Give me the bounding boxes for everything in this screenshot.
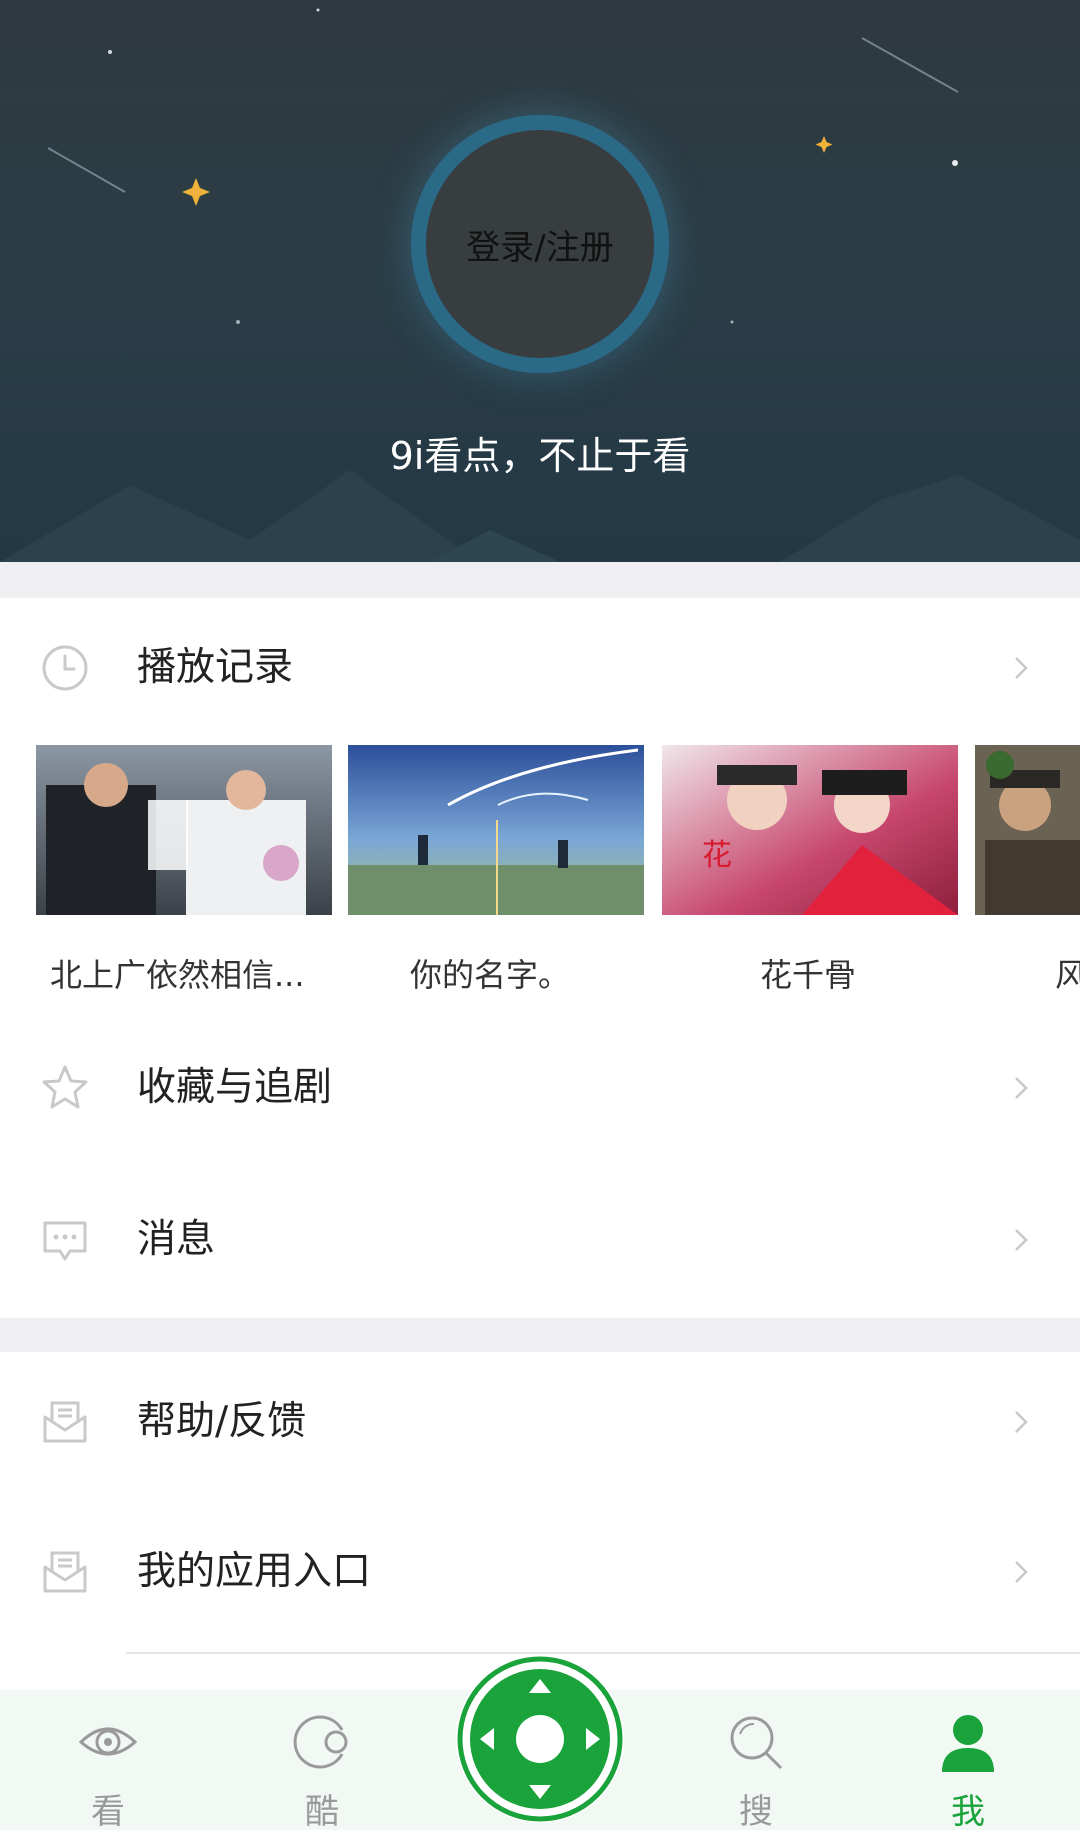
- search-icon: [730, 1716, 783, 1770]
- chevron-right-icon: [1015, 1229, 1028, 1251]
- history-list: 北上广依然相信... 你的名字。 花 花千骨 风: [0, 745, 1080, 1015]
- history-item-thumbnail[interactable]: 花: [662, 745, 958, 915]
- messages-label: 消息: [137, 1217, 216, 1262]
- help-feedback-label: 帮助/反馈: [137, 1399, 307, 1444]
- tab-label: 看: [91, 1792, 125, 1832]
- poster-image: 花: [662, 745, 958, 915]
- section-gap: [0, 1318, 1080, 1352]
- favorites-row[interactable]: 收藏与追剧: [0, 1018, 1080, 1158]
- slogan: 9i看点，不止于看: [389, 434, 691, 478]
- chevron-right-icon: [1015, 1077, 1028, 1099]
- history-item-thumbnail[interactable]: [975, 745, 1080, 915]
- my-apps-row[interactable]: 我的应用入口: [0, 1502, 1080, 1642]
- remote-control-button[interactable]: [456, 1655, 624, 1823]
- person-icon: [942, 1715, 994, 1772]
- tab-label: 搜: [739, 1792, 773, 1832]
- gamepad-icon: [457, 1656, 623, 1822]
- feedback-icon: [43, 1401, 87, 1443]
- app-entry-icon: [43, 1551, 87, 1593]
- message-icon: [43, 1221, 87, 1261]
- svg-text:花: 花: [702, 838, 732, 873]
- tab-label: 我: [951, 1792, 985, 1832]
- my-apps-label: 我的应用入口: [137, 1549, 372, 1594]
- history-item-title: 你的名字。: [410, 956, 571, 994]
- history-item-title: 花千骨: [760, 956, 857, 994]
- history-label: 播放记录: [137, 645, 294, 690]
- chevron-right-icon: [1015, 657, 1028, 679]
- messages-row[interactable]: 消息: [0, 1170, 1080, 1310]
- tab-me[interactable]: 我: [908, 1690, 1028, 1832]
- chevron-right-icon: [1015, 1411, 1028, 1433]
- section-gap: [0, 562, 1080, 598]
- login-register-button[interactable]: 登录/注册: [426, 130, 654, 358]
- history-item-title: 北上广依然相信...: [50, 956, 305, 994]
- poster-image: [348, 745, 644, 915]
- tab-label: 酷: [305, 1792, 339, 1832]
- tab-search[interactable]: 搜: [696, 1690, 816, 1832]
- history-item-thumbnail[interactable]: [36, 745, 332, 915]
- clock-icon: [42, 645, 88, 691]
- poster-image: [36, 745, 332, 915]
- tab-watch[interactable]: 看: [48, 1690, 168, 1832]
- profile-header: 登录/注册 9i看点，不止于看: [0, 0, 1080, 562]
- tab-cool[interactable]: 酷: [262, 1690, 382, 1832]
- star-icon: [42, 1065, 88, 1109]
- history-row[interactable]: 播放记录: [0, 598, 1080, 738]
- cool-icon: [293, 1715, 348, 1769]
- favorites-label: 收藏与追剧: [137, 1065, 333, 1110]
- chevron-right-icon: [1015, 1561, 1028, 1583]
- history-item-title: 风: [1055, 956, 1080, 994]
- divider: [126, 1652, 1080, 1654]
- poster-image: [975, 745, 1080, 915]
- history-item-thumbnail[interactable]: [348, 745, 644, 915]
- help-feedback-row[interactable]: 帮助/反馈: [0, 1352, 1080, 1492]
- eye-icon: [78, 1727, 138, 1756]
- login-register-label: 登录/注册: [466, 227, 614, 268]
